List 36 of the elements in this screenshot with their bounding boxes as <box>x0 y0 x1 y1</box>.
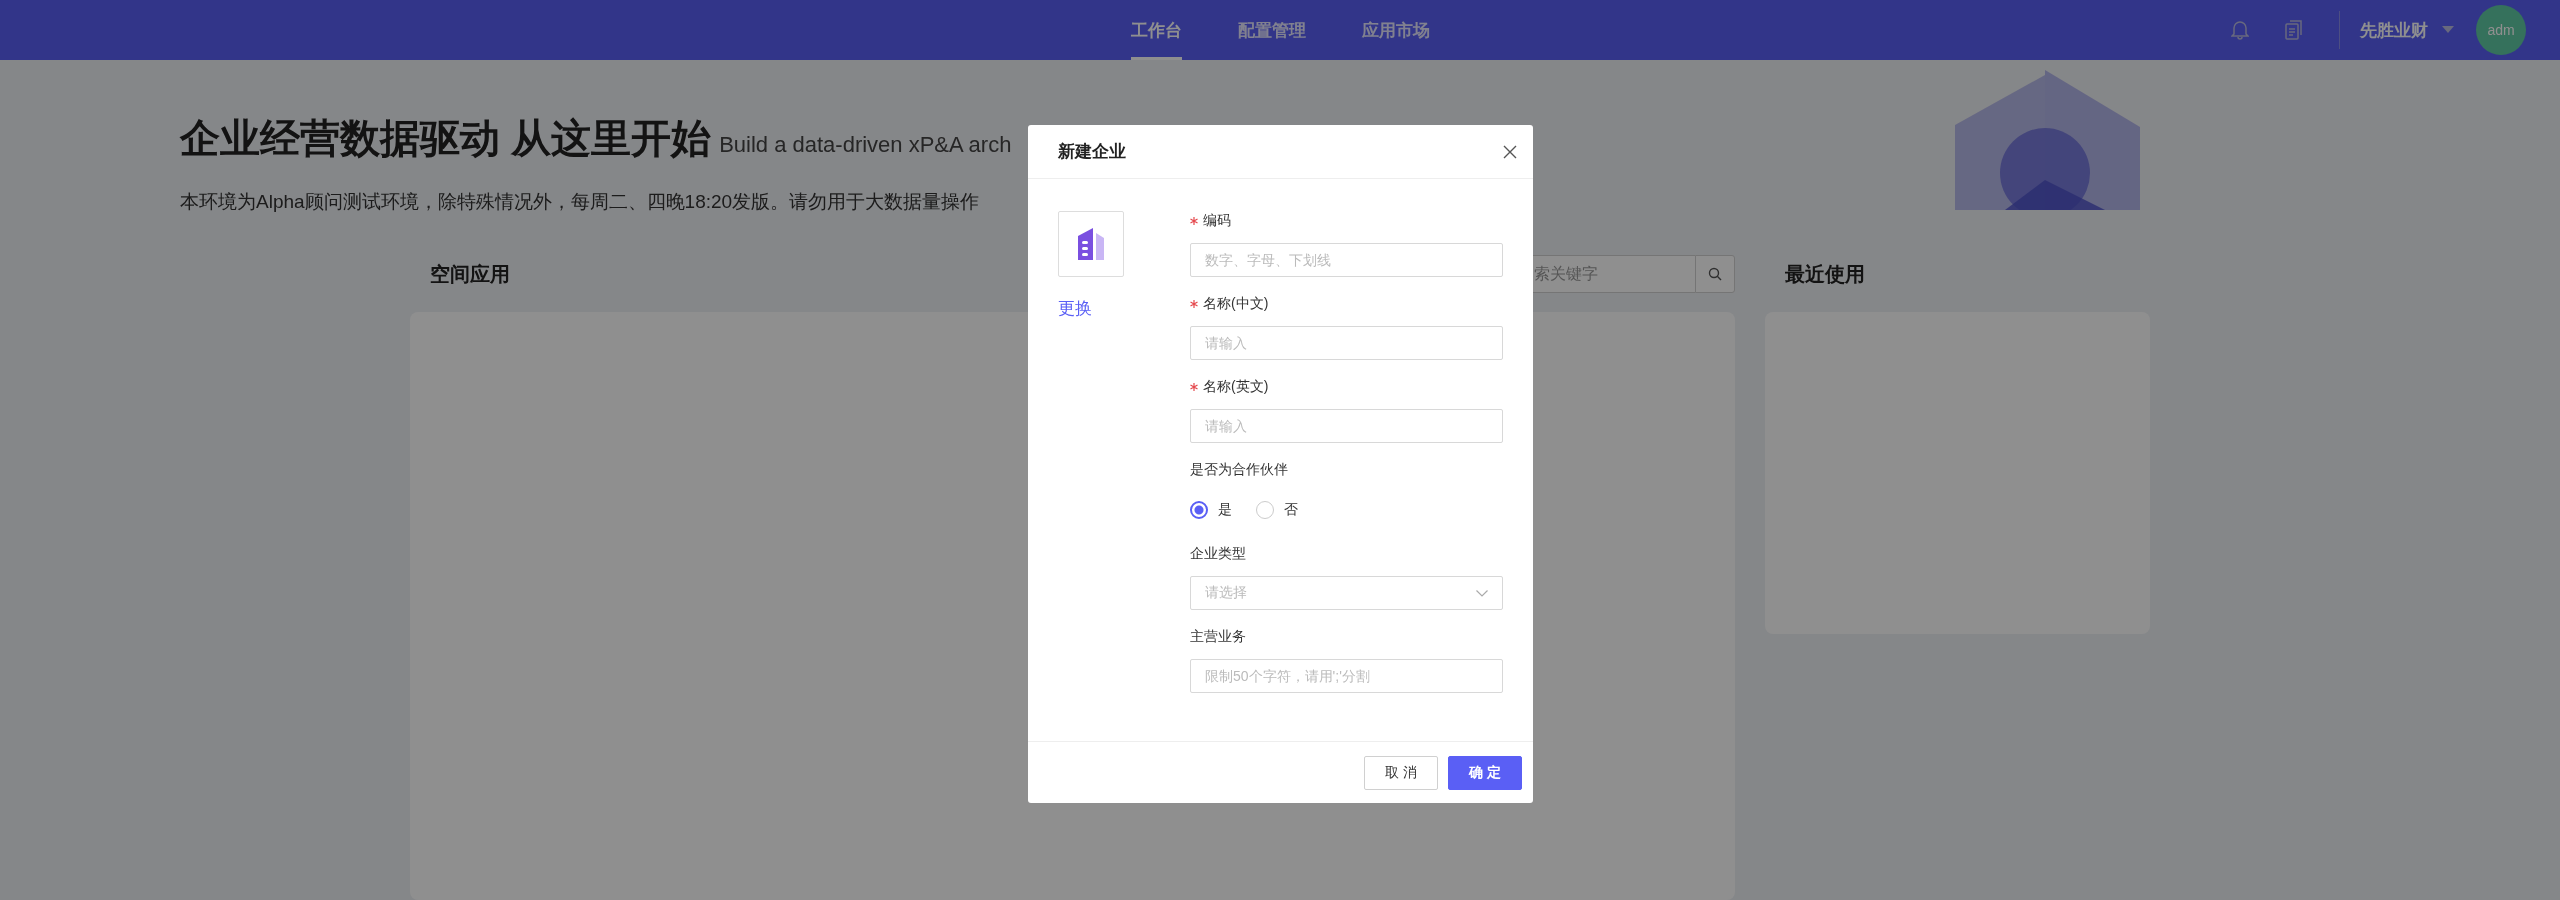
section-title: 最近使用 <box>1785 261 1865 287</box>
field-label: 主营业务 <box>1190 628 1246 646</box>
field-label: 名称(中文) <box>1203 295 1269 313</box>
change-link[interactable]: 更换 <box>1058 297 1092 320</box>
nav-tab[interactable]: 工作台 <box>1130 0 1182 60</box>
hero-subtitle: Build a data-driven xP&A arch <box>719 132 1012 158</box>
nav-tab[interactable]: 应用市场 <box>1361 0 1430 60</box>
search-icon <box>1708 267 1722 281</box>
select-field[interactable]: 请选择 <box>1190 576 1503 610</box>
radio-button[interactable] <box>1190 500 1208 519</box>
input-field[interactable]: 限制50个字符，请用';'分割 <box>1190 659 1503 693</box>
organization-name[interactable]: 先胜业财 <box>2360 18 2428 42</box>
radio-label[interactable]: 是 <box>1218 500 1232 519</box>
caret-icon[interactable] <box>2442 26 2454 34</box>
hero-title: 企业经营数据驱动 从这里开始 <box>180 115 712 162</box>
section-title: 空间应用 <box>430 261 510 287</box>
environment-notice: 本环境为Alpha顾问测试环境，除特殊情况外，每周二、四晚18:20发版。请勿用于大数据量操作 <box>180 190 981 214</box>
search-button[interactable] <box>1695 255 1735 293</box>
document-icon[interactable] <box>2285 20 2303 40</box>
input-field[interactable]: 数字、字母、下划线 <box>1190 243 1503 277</box>
field-label: 编码 <box>1203 212 1231 230</box>
dialog-title: 新建企业 <box>1058 141 1126 163</box>
building-icon <box>1078 228 1104 260</box>
field-label: 企业类型 <box>1190 545 1246 563</box>
nav-tab[interactable]: 配置管理 <box>1237 0 1306 60</box>
bell-icon[interactable] <box>2231 20 2249 40</box>
chevron-icon <box>1476 589 1488 597</box>
field-label: 名称(英文) <box>1203 378 1269 396</box>
user-avatar[interactable]: adm <box>2476 5 2526 55</box>
close-icon[interactable] <box>1503 144 1517 159</box>
cancel-button[interactable]: 取 消 <box>1364 755 1438 790</box>
input-field[interactable]: 请输入 <box>1190 409 1503 443</box>
radio-label[interactable]: 否 <box>1284 500 1298 519</box>
field-label: 是否为合作伙伴 <box>1190 461 1288 479</box>
confirm-button[interactable]: 确 定 <box>1448 755 1522 790</box>
input-field[interactable]: 请输入 <box>1190 326 1503 360</box>
